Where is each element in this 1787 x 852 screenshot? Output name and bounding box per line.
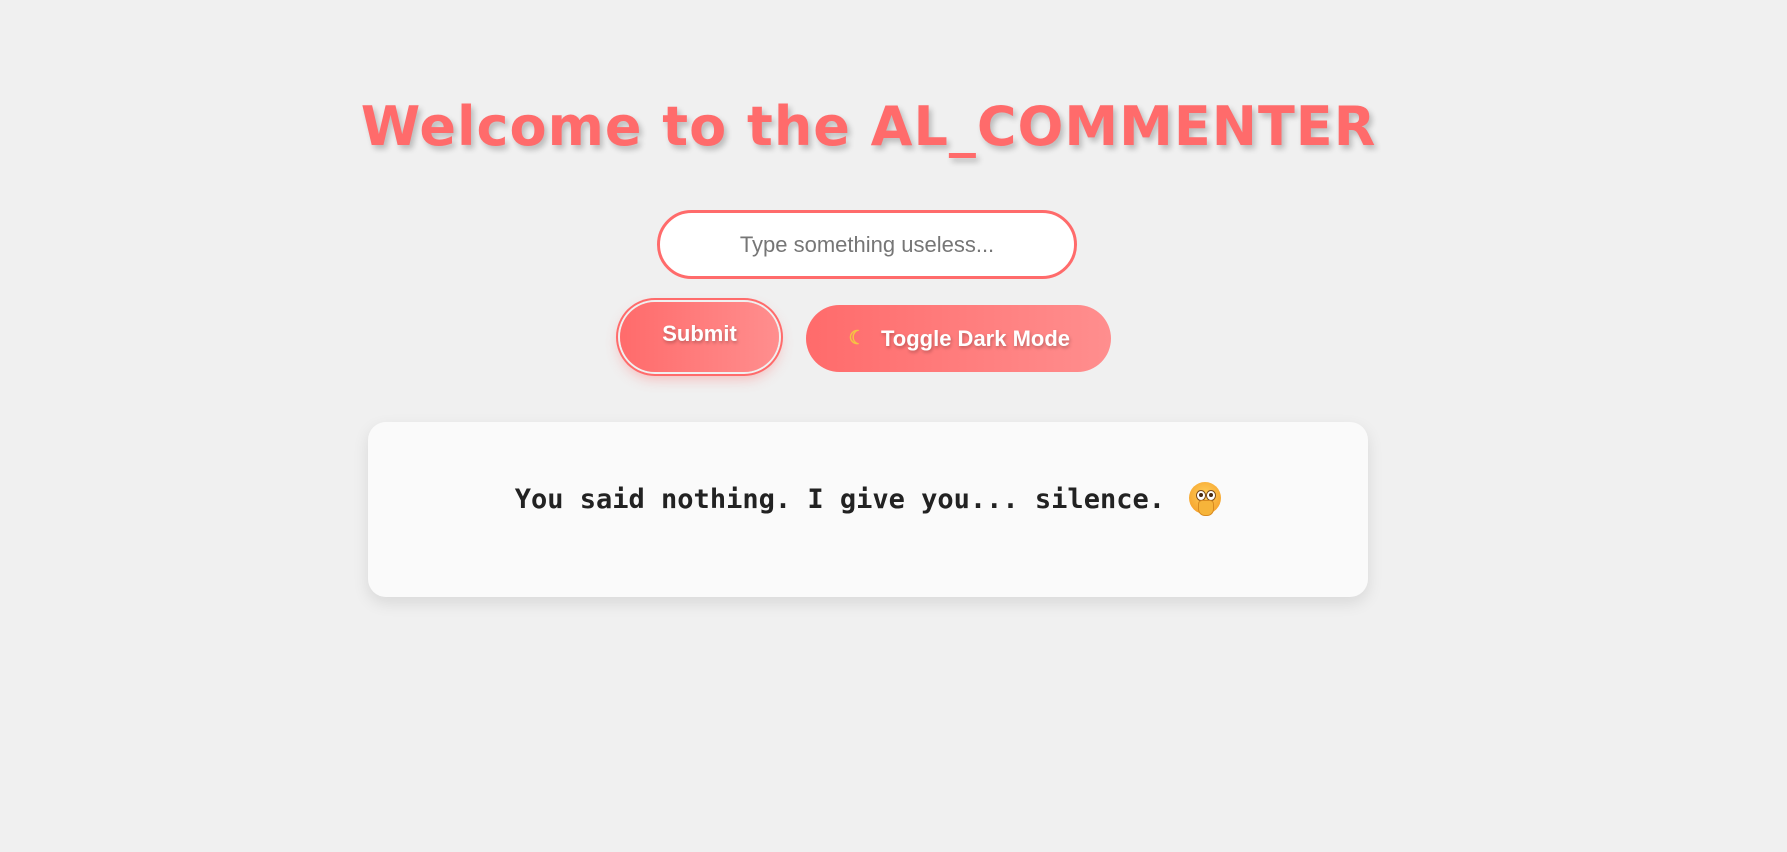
shushing-face-icon xyxy=(1189,482,1222,516)
response-text: You said nothing. I give you... silence. xyxy=(514,484,1165,515)
response-card: You said nothing. I give you... silence. xyxy=(368,422,1368,597)
submit-button[interactable]: Submit xyxy=(620,302,779,372)
moon-icon: ☾ xyxy=(848,327,866,349)
toggle-dark-mode-button[interactable]: ☾ Toggle Dark Mode xyxy=(806,305,1111,372)
comment-input-wrapper xyxy=(657,210,1077,279)
comment-input[interactable] xyxy=(657,210,1077,279)
page-title: Welcome to the AL_COMMENTER xyxy=(360,95,1377,158)
toggle-dark-mode-label: Toggle Dark Mode xyxy=(880,325,1071,351)
submit-button-label: Submit xyxy=(662,320,737,346)
response-message: You said nothing. I give you... silence. xyxy=(368,480,1368,520)
